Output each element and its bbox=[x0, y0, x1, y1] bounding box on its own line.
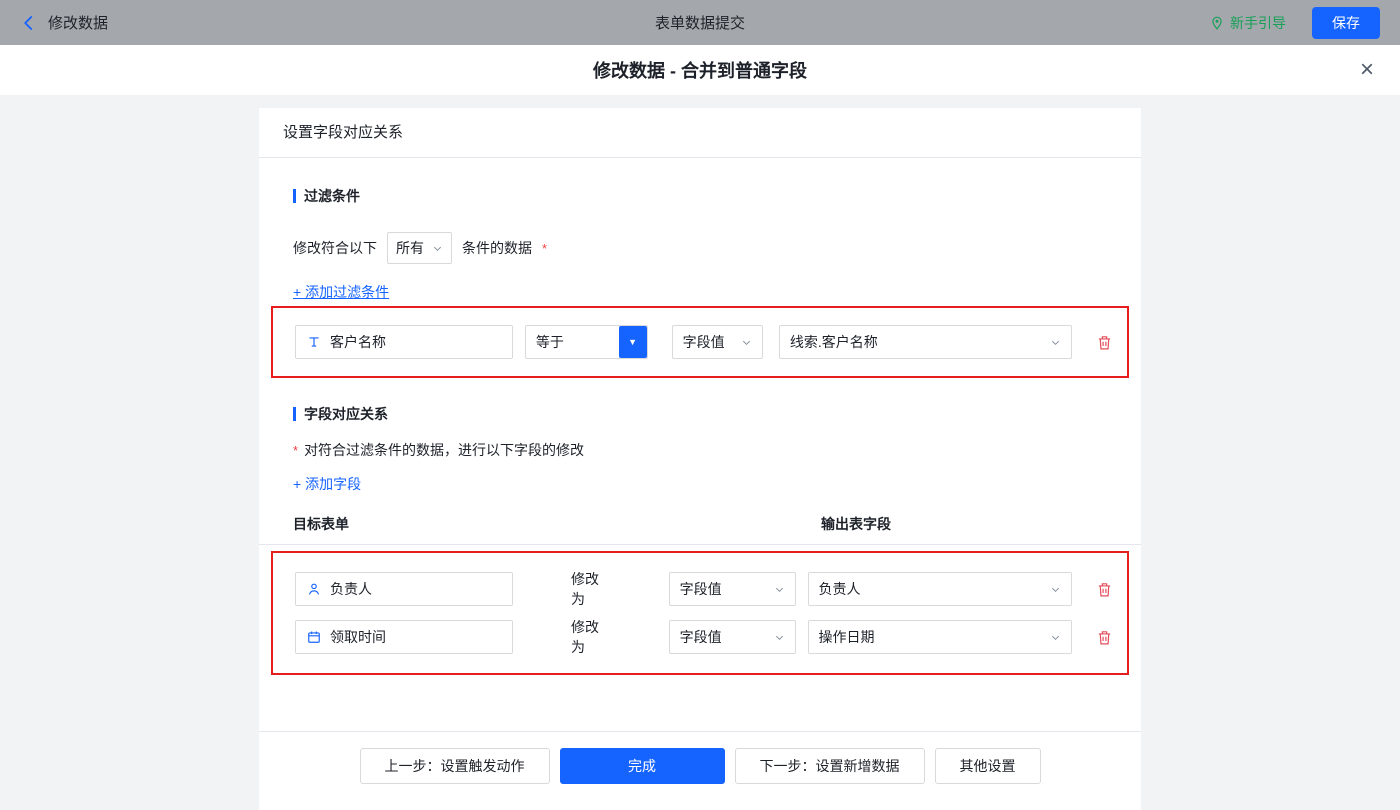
required-asterisk: * bbox=[542, 240, 548, 256]
value-select-value: 线索.客户名称 bbox=[789, 334, 878, 350]
settings-card: 设置字段对应关系 过滤条件 修改符合以下 所有 条件的数据 * + 添加过滤条件 bbox=[259, 108, 1141, 810]
text-field-icon bbox=[307, 335, 321, 349]
dialog-title: 修改数据 - 合并到普通字段 bbox=[593, 61, 807, 81]
column-target-form: 目标表单 bbox=[293, 516, 349, 532]
trash-icon bbox=[1096, 581, 1113, 598]
mapping-column-headers: 目标表单 输出表字段 bbox=[259, 514, 1141, 545]
target-field-input[interactable]: 负责人 bbox=[295, 572, 513, 606]
guide-pin-icon bbox=[1210, 15, 1224, 31]
guide-label: 新手引导 bbox=[1230, 14, 1286, 31]
value-type-value: 字段值 bbox=[682, 334, 725, 350]
chevron-down-icon bbox=[774, 584, 785, 595]
delete-condition-button[interactable] bbox=[1096, 334, 1113, 351]
done-button[interactable]: 完成 bbox=[559, 748, 725, 784]
mapping-description: * 对符合过滤条件的数据，进行以下字段的修改 bbox=[293, 440, 1141, 460]
back-button[interactable]: 修改数据 bbox=[20, 12, 108, 33]
prev-step-button[interactable]: 上一步：设置触发动作 bbox=[359, 748, 550, 784]
trash-icon bbox=[1096, 334, 1113, 351]
add-filter-condition-link[interactable]: + 添加过滤条件 bbox=[293, 282, 389, 302]
dialog-footer: 上一步：设置触发动作 完成 下一步：设置新增数据 其他设置 bbox=[259, 731, 1141, 810]
operator-value: 等于 bbox=[535, 334, 564, 350]
mapping-row: 领取时间 修改为 字段值 操作日期 bbox=[295, 617, 1113, 657]
chevron-down-icon bbox=[741, 337, 752, 348]
chevron-down-icon bbox=[1050, 337, 1061, 348]
dialog-body: 设置字段对应关系 过滤条件 修改符合以下 所有 条件的数据 * + 添加过滤条件 bbox=[0, 95, 1400, 810]
next-step-button[interactable]: 下一步：设置新增数据 bbox=[734, 748, 925, 784]
back-label: 修改数据 bbox=[48, 15, 109, 32]
value-type-select[interactable]: 字段值 bbox=[668, 620, 796, 654]
card-title: 设置字段对应关系 bbox=[259, 108, 1141, 158]
filter-highlight-box: 客户名称 等于 ▼ 字段值 线索.客户名称 bbox=[271, 306, 1129, 378]
target-field-value: 领取时间 bbox=[330, 629, 386, 645]
condition-line: 修改符合以下 所有 条件的数据 * bbox=[293, 232, 1141, 264]
add-field-link[interactable]: + 添加字段 bbox=[293, 474, 361, 494]
value-type-value: 字段值 bbox=[679, 629, 722, 645]
filter-section-label: 过滤条件 bbox=[304, 188, 360, 204]
beginner-guide-link[interactable]: 新手引导 bbox=[1210, 13, 1286, 33]
target-field-input[interactable]: 领取时间 bbox=[295, 620, 513, 654]
section-marker bbox=[293, 407, 296, 421]
mapping-section-label: 字段对应关系 bbox=[304, 406, 388, 422]
calendar-icon bbox=[307, 630, 321, 644]
operator-dropdown-button[interactable]: ▼ bbox=[618, 326, 647, 358]
modify-to-label: 修改为 bbox=[571, 571, 599, 607]
target-field-value: 负责人 bbox=[330, 581, 372, 597]
chevron-down-icon bbox=[1050, 632, 1061, 643]
chevron-down-icon bbox=[1050, 584, 1061, 595]
output-field-value: 操作日期 bbox=[818, 629, 875, 645]
required-asterisk: * bbox=[293, 442, 299, 458]
value-select[interactable]: 线索.客户名称 bbox=[778, 325, 1072, 359]
value-type-value: 字段值 bbox=[679, 581, 722, 597]
section-marker bbox=[293, 189, 296, 203]
dialog-header: 修改数据 - 合并到普通字段 × bbox=[0, 45, 1400, 95]
condition-prefix: 修改符合以下 bbox=[293, 240, 377, 256]
top-bar: 修改数据 表单数据提交 新手引导 保存 bbox=[0, 0, 1400, 45]
person-icon bbox=[307, 582, 321, 596]
value-type-select[interactable]: 字段值 bbox=[671, 325, 763, 359]
filter-field-input[interactable]: 客户名称 bbox=[295, 325, 513, 359]
chevron-down-icon bbox=[432, 243, 443, 254]
condition-suffix: 条件的数据 bbox=[462, 240, 532, 256]
page-title: 表单数据提交 bbox=[654, 15, 745, 32]
modify-to-label: 修改为 bbox=[571, 619, 599, 655]
save-button[interactable]: 保存 bbox=[1312, 6, 1380, 39]
output-field-select[interactable]: 操作日期 bbox=[807, 620, 1072, 654]
close-icon[interactable]: × bbox=[1360, 58, 1374, 82]
mapping-section-title: 字段对应关系 bbox=[293, 404, 1141, 424]
operator-select[interactable]: 等于 ▼ bbox=[524, 325, 648, 359]
trash-icon bbox=[1096, 629, 1113, 646]
mapping-highlight-box: 负责人 修改为 字段值 负责人 领取时间 修改为 字段值 操作日期 bbox=[271, 551, 1129, 675]
output-field-select[interactable]: 负责人 bbox=[807, 572, 1072, 606]
condition-scope-select[interactable]: 所有 bbox=[387, 232, 452, 264]
delete-mapping-button[interactable] bbox=[1096, 629, 1113, 646]
delete-mapping-button[interactable] bbox=[1096, 581, 1113, 598]
output-field-value: 负责人 bbox=[818, 581, 861, 597]
value-type-select[interactable]: 字段值 bbox=[668, 572, 796, 606]
condition-scope-value: 所有 bbox=[396, 240, 424, 256]
mapping-description-text: 对符合过滤条件的数据，进行以下字段的修改 bbox=[304, 442, 585, 458]
back-chevron-icon bbox=[20, 14, 38, 32]
other-settings-button[interactable]: 其他设置 bbox=[934, 748, 1041, 784]
mapping-row: 负责人 修改为 字段值 负责人 bbox=[295, 569, 1113, 609]
filter-field-value: 客户名称 bbox=[330, 334, 386, 350]
filter-section-title: 过滤条件 bbox=[293, 186, 1141, 206]
chevron-down-icon bbox=[774, 632, 785, 643]
filter-condition-row: 客户名称 等于 ▼ 字段值 线索.客户名称 bbox=[295, 325, 1113, 359]
column-output-field: 输出表字段 bbox=[821, 516, 891, 532]
